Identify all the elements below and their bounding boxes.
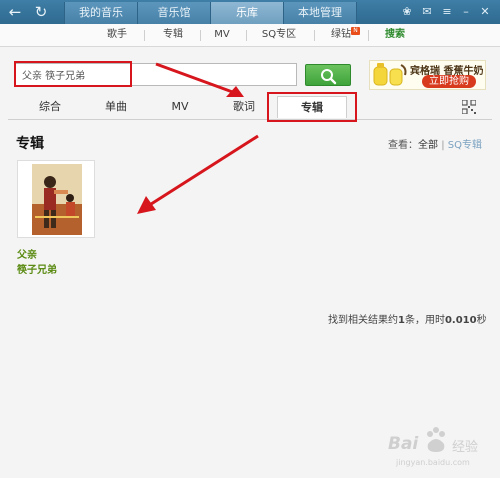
stats-middle: 条，用时 xyxy=(404,315,445,326)
annotation-box-search xyxy=(14,61,132,87)
stats-prefix: 找到相关结果约 xyxy=(328,315,398,326)
tab-overall[interactable]: 综合 xyxy=(30,96,70,118)
tab-lyrics[interactable]: 歌词 xyxy=(222,96,266,118)
view-separator: | xyxy=(441,140,445,151)
tab-mv[interactable]: MV xyxy=(160,96,200,118)
tab-music-hall[interactable]: 音乐馆 xyxy=(137,2,211,24)
tab-underline xyxy=(8,119,492,120)
tab-library[interactable]: 乐库 xyxy=(210,2,284,24)
baidu-watermark: Bai 经验 jingyan.baidu.com xyxy=(388,424,492,472)
divider xyxy=(246,30,247,41)
qr-code-icon[interactable] xyxy=(462,100,476,114)
result-stats: 找到相关结果约1条，用时0.010秒 xyxy=(328,311,487,326)
refresh-icon[interactable]: ↻ xyxy=(32,3,50,21)
album-cover-art xyxy=(32,164,82,235)
tab-my-music[interactable]: 我的音乐 xyxy=(64,2,138,24)
view-sq-link[interactable]: SQ专辑 xyxy=(448,140,482,151)
section-title: 专辑 xyxy=(16,136,44,152)
top-bar: ← ↻ 我的音乐 音乐馆 乐库 本地管理 ❀ ✉ ≡ – ✕ xyxy=(0,0,500,24)
stats-count: 1 xyxy=(398,315,405,326)
annotation-box-album-tab xyxy=(267,92,357,122)
tab-songs[interactable]: 单曲 xyxy=(96,96,136,118)
subnav-mv[interactable]: MV xyxy=(208,24,236,46)
mail-icon[interactable]: ✉ xyxy=(420,4,434,20)
close-icon[interactable]: ✕ xyxy=(478,4,492,20)
menu-icon[interactable]: ≡ xyxy=(440,4,454,20)
tab-local-manage[interactable]: 本地管理 xyxy=(283,2,357,24)
ad-banner[interactable]: 宾格瑞 香蕉牛奶 立即抢购 xyxy=(369,60,486,90)
search-icon xyxy=(321,69,337,85)
minimize-icon[interactable]: – xyxy=(459,4,473,20)
ad-buy-button[interactable]: 立即抢购 xyxy=(422,75,476,88)
album-cover[interactable] xyxy=(32,164,82,235)
view-all-link[interactable]: 全部 xyxy=(418,140,438,151)
divider xyxy=(144,30,145,41)
subnav-search[interactable]: 搜索 xyxy=(378,24,412,46)
watermark-logo-text: Bai xyxy=(388,434,419,454)
stats-time: 0.010 xyxy=(444,315,477,326)
subnav-albums[interactable]: 专辑 xyxy=(156,24,190,46)
subnav-sq-zone[interactable]: SQ专区 xyxy=(256,24,302,46)
watermark-url: jingyan.baidu.com xyxy=(396,458,470,467)
new-badge: N xyxy=(351,27,360,35)
subnav-singers[interactable]: 歌手 xyxy=(100,24,134,46)
divider xyxy=(368,30,369,41)
arrow-to-album xyxy=(147,134,259,208)
stats-suffix: 秒 xyxy=(476,315,487,326)
divider xyxy=(200,30,201,41)
result-tabs: 综合 单曲 MV 歌词 专辑 xyxy=(0,96,500,120)
view-prefix: 查看： xyxy=(388,140,418,151)
view-filter: 查看：全部 | SQ专辑 xyxy=(388,136,482,151)
album-name[interactable]: 父亲 xyxy=(17,246,37,261)
back-arrow-icon[interactable]: ← xyxy=(6,3,24,21)
divider xyxy=(314,30,315,41)
arrowhead-album xyxy=(137,196,156,214)
album-card[interactable] xyxy=(17,160,95,238)
sub-nav: 歌手 专辑 MV SQ专区 绿钻 N 搜索 xyxy=(0,24,500,47)
skin-icon[interactable]: ❀ xyxy=(400,4,414,20)
banana-milk-icon xyxy=(373,63,407,86)
album-artist[interactable]: 筷子兄弟 xyxy=(17,261,57,276)
search-button[interactable] xyxy=(305,64,351,86)
watermark-jingyan: 经验 xyxy=(452,440,479,455)
